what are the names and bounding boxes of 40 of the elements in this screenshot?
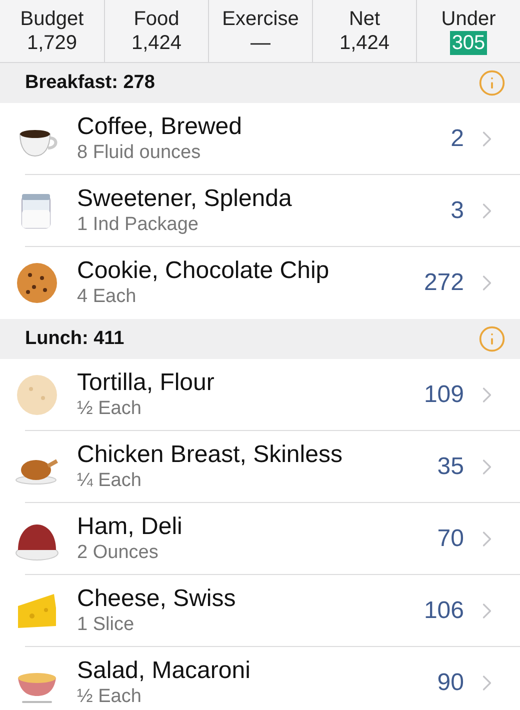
calorie-count: 2 — [450, 125, 464, 153]
calorie-count: 3 — [450, 197, 464, 225]
food-amount: 1 Ind Package — [77, 213, 200, 237]
summary-label: Budget — [20, 7, 84, 31]
food-name: Salad, Macaroni — [77, 657, 252, 685]
calorie-count: 272 — [424, 269, 464, 297]
summary-label: Food — [134, 7, 180, 31]
info-icon[interactable] — [478, 69, 506, 97]
food-name: Cheese, Swiss — [77, 585, 237, 613]
calorie-count: 90 — [437, 669, 464, 697]
calorie-count: 70 — [437, 525, 464, 553]
summary-label: Net — [348, 7, 380, 31]
food-name: Tortilla, Flour — [77, 369, 216, 397]
summary-value: 1,424 — [130, 31, 183, 55]
food-amount: ¼ Each — [77, 469, 142, 493]
food-name: Coffee, Brewed — [77, 113, 243, 141]
food-name: Cookie, Chocolate Chip — [77, 257, 330, 285]
meal-title: Breakfast: 278 — [25, 72, 155, 94]
food-amount: 8 Fluid ounces — [77, 141, 202, 165]
cookie-icon — [14, 260, 60, 306]
summary-value: 1,424 — [338, 31, 391, 55]
tortilla-icon — [14, 372, 60, 418]
summary-label: Under — [441, 7, 496, 31]
meal-title: Lunch: 411 — [25, 328, 124, 350]
food-amount: ½ Each — [77, 397, 142, 421]
food-name: Sweetener, Splenda — [77, 185, 293, 213]
food-amount: ½ Each — [77, 685, 142, 709]
summary-value: 1,729 — [26, 31, 78, 55]
calorie-count: 106 — [424, 597, 464, 625]
info-icon[interactable] — [478, 325, 506, 353]
food-amount: 1 Slice — [77, 613, 136, 637]
summary-value: — — [250, 31, 272, 55]
summary-value: 305 — [450, 31, 488, 55]
food-name: Ham, Deli — [77, 513, 184, 541]
food-name: Chicken Breast, Skinless — [77, 441, 344, 469]
calorie-count: 35 — [437, 453, 464, 481]
food-amount: 2 Ounces — [77, 541, 160, 565]
food-amount: 4 Each — [77, 285, 138, 309]
calorie-count: 109 — [424, 381, 464, 409]
summary-label: Exercise — [222, 7, 299, 31]
